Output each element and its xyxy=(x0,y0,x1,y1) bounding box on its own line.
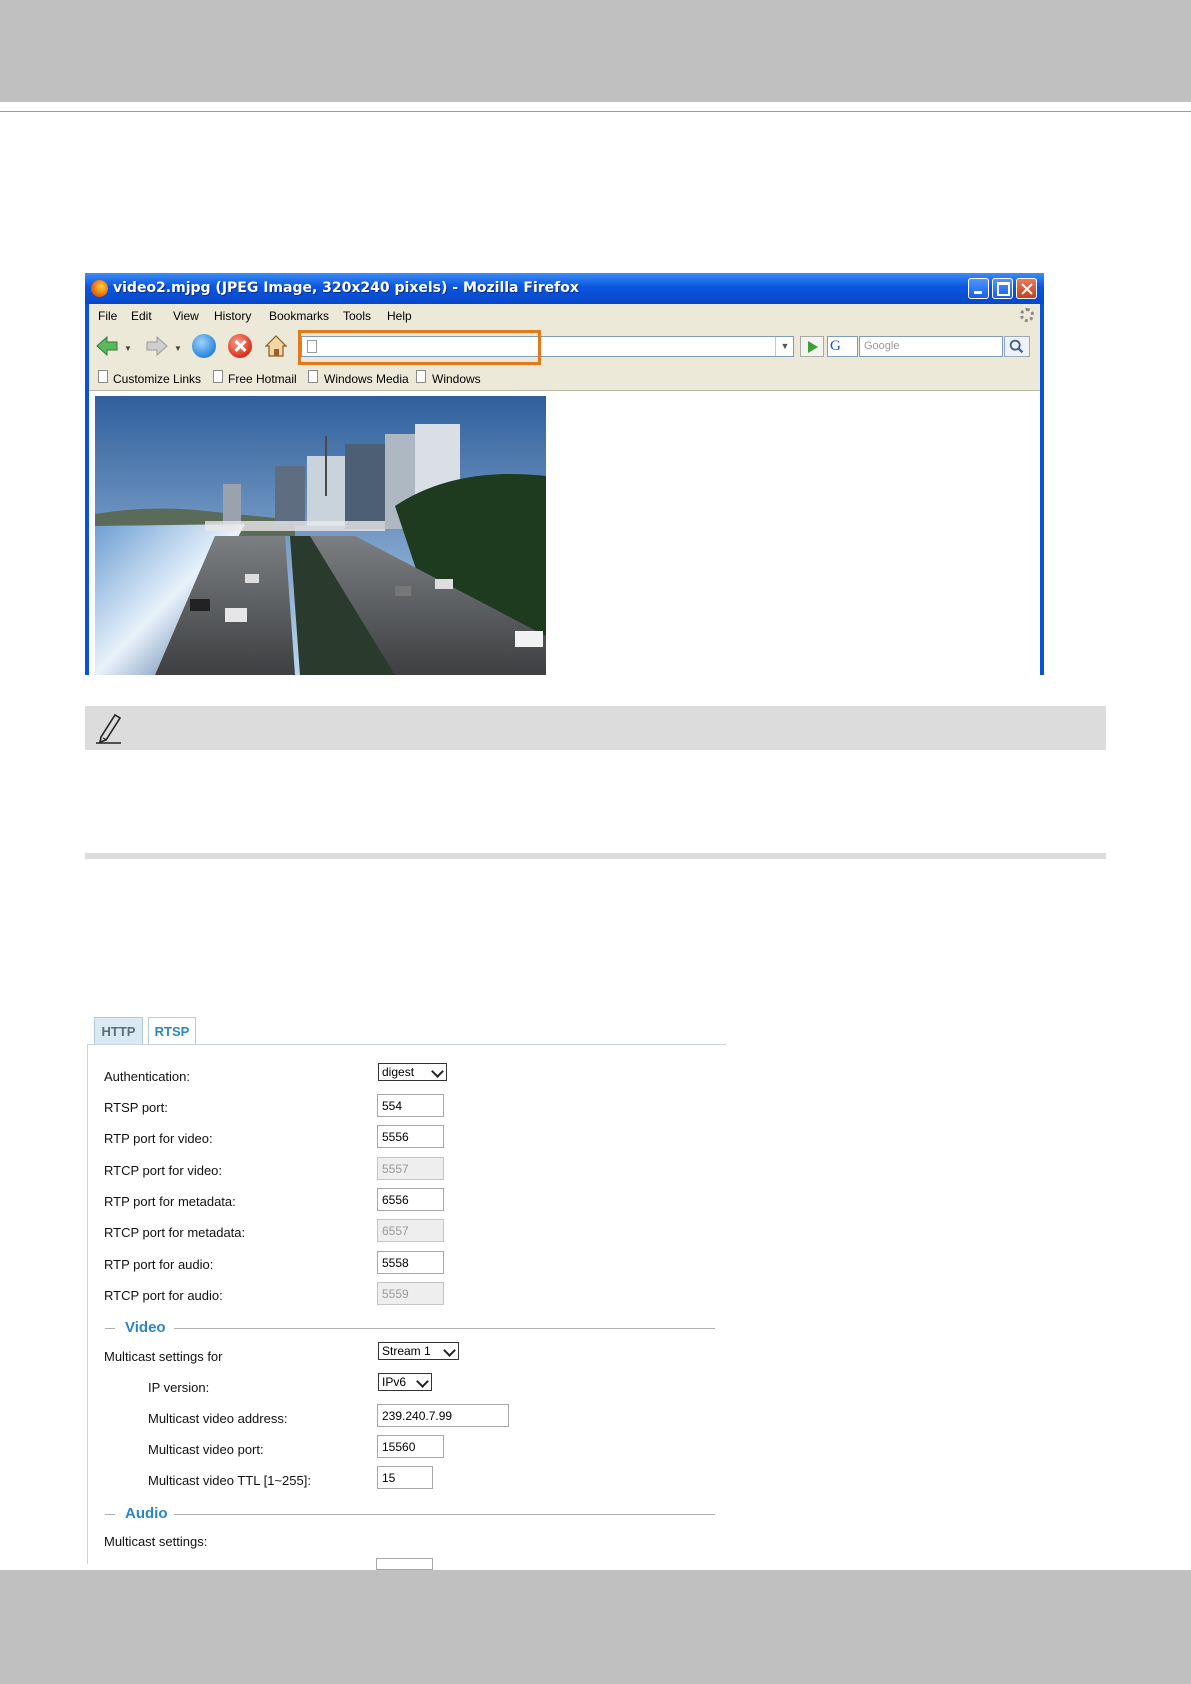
tab-underline xyxy=(87,1044,726,1045)
menu-edit[interactable]: Edit xyxy=(131,309,152,323)
bookmark-windows-media[interactable]: Windows Media xyxy=(324,372,409,386)
menu-bookmarks[interactable]: Bookmarks xyxy=(269,309,329,323)
address-bar-highlight xyxy=(298,330,541,365)
url-history-dropdown[interactable]: ▼ xyxy=(775,337,794,356)
bookmarks-toolbar: Customize Links Free Hotmail Windows Med… xyxy=(89,366,1040,391)
back-arrow-icon[interactable] xyxy=(95,334,119,358)
video-stream-image xyxy=(95,396,546,675)
browser-content xyxy=(89,391,1040,675)
audio-section-heading: Audio xyxy=(125,1505,168,1522)
page-header-band xyxy=(0,0,1191,102)
audio-section-dash xyxy=(105,1514,115,1515)
rtcp-audio-port-label: RTCP port for audio: xyxy=(104,1288,223,1303)
panel-border xyxy=(87,1044,88,1564)
audio-section-rule xyxy=(174,1514,715,1515)
close-button[interactable] xyxy=(1016,278,1037,299)
note-bar xyxy=(85,706,1106,750)
rtcp-video-port-field: 5557 xyxy=(377,1157,444,1180)
reload-icon[interactable] xyxy=(192,334,216,358)
ip-version-select-value: IPv6 xyxy=(382,1375,407,1389)
bookmark-customize-links[interactable]: Customize Links xyxy=(113,372,201,386)
rtsp-port-field[interactable]: 554 xyxy=(377,1094,444,1117)
title-bar[interactable]: video2.mjpg (JPEG Image, 320x240 pixels)… xyxy=(85,273,1044,304)
firefox-logo-icon xyxy=(91,280,108,297)
tab-rtsp[interactable]: RTSP xyxy=(148,1017,196,1045)
home-icon[interactable] xyxy=(264,334,288,358)
multicast-video-ttl-label: Multicast video TTL [1~255]: xyxy=(148,1473,311,1488)
rtp-audio-port-field[interactable]: 5558 xyxy=(377,1251,444,1274)
multicast-video-address-field[interactable]: 239.240.7.99 xyxy=(377,1404,509,1427)
maximize-button[interactable] xyxy=(992,278,1013,299)
throbber-icon xyxy=(1020,308,1034,322)
browser-body: File Edit View History Bookmarks Tools H… xyxy=(89,304,1040,675)
header-rule xyxy=(0,111,1191,112)
bookmark-free-hotmail[interactable]: Free Hotmail xyxy=(228,372,297,386)
multicast-video-port-field[interactable]: 15560 xyxy=(377,1435,444,1458)
menu-bar: File Edit View History Bookmarks Tools H… xyxy=(89,304,1040,328)
section-divider xyxy=(85,853,1106,859)
rtcp-metadata-port-field: 6557 xyxy=(377,1219,444,1242)
rtsp-port-label: RTSP port: xyxy=(104,1100,168,1115)
multicast-settings-for-label: Multicast settings for xyxy=(104,1349,223,1364)
rtcp-audio-port-field: 5559 xyxy=(377,1282,444,1305)
bookmark-page-icon xyxy=(416,370,426,383)
minimize-button[interactable] xyxy=(968,278,989,299)
multicast-stream-select[interactable]: Stream 1 xyxy=(378,1342,459,1360)
page-footer-band xyxy=(0,1570,1191,1684)
back-history-dropdown[interactable]: ▼ xyxy=(124,344,132,353)
chevron-down-icon xyxy=(431,1065,444,1078)
audio-multicast-field-partial[interactable] xyxy=(376,1558,433,1570)
menu-tools[interactable]: Tools xyxy=(343,309,371,323)
menu-view[interactable]: View xyxy=(173,309,199,323)
rtp-metadata-port-field[interactable]: 6556 xyxy=(377,1188,444,1211)
rtp-video-port-label: RTP port for video: xyxy=(104,1131,213,1146)
search-engine-selector[interactable]: G xyxy=(827,336,858,357)
multicast-stream-select-value: Stream 1 xyxy=(382,1344,431,1358)
bookmark-page-icon xyxy=(308,370,318,383)
forward-history-dropdown[interactable]: ▼ xyxy=(174,344,182,353)
audio-multicast-settings-label: Multicast settings: xyxy=(104,1534,208,1549)
firefox-window: video2.mjpg (JPEG Image, 320x240 pixels)… xyxy=(85,273,1044,675)
go-button[interactable] xyxy=(800,336,824,357)
menu-help[interactable]: Help xyxy=(387,309,412,323)
authentication-label: Authentication: xyxy=(104,1069,191,1084)
forward-arrow-icon[interactable] xyxy=(145,334,169,358)
rtcp-metadata-port-label: RTCP port for metadata: xyxy=(104,1225,246,1240)
rtp-metadata-port-label: RTP port for metadata: xyxy=(104,1194,236,1209)
pencil-note-icon xyxy=(96,713,122,744)
chevron-down-icon xyxy=(443,1344,456,1357)
search-icon[interactable] xyxy=(1004,336,1030,357)
bookmark-page-icon xyxy=(213,370,223,383)
video-section-dash xyxy=(105,1328,115,1329)
ip-version-label: IP version: xyxy=(148,1380,210,1395)
menu-history[interactable]: History xyxy=(214,309,251,323)
chevron-down-icon xyxy=(416,1375,429,1388)
video-section-heading: Video xyxy=(125,1319,166,1336)
window-title: video2.mjpg (JPEG Image, 320x240 pixels)… xyxy=(113,280,579,296)
tab-http[interactable]: HTTP xyxy=(94,1017,143,1044)
authentication-select-value: digest xyxy=(382,1065,415,1079)
multicast-video-port-label: Multicast video port: xyxy=(148,1442,264,1457)
authentication-select[interactable]: digest xyxy=(378,1063,447,1081)
video-section-rule xyxy=(174,1328,715,1329)
stop-icon[interactable] xyxy=(228,334,252,358)
multicast-video-address-label: Multicast video address: xyxy=(148,1411,288,1426)
bookmark-windows[interactable]: Windows xyxy=(432,372,481,386)
ip-version-select[interactable]: IPv6 xyxy=(378,1373,432,1391)
rtp-audio-port-label: RTP port for audio: xyxy=(104,1257,214,1272)
bookmark-page-icon xyxy=(98,370,108,383)
multicast-video-ttl-field[interactable]: 15 xyxy=(377,1466,433,1489)
rtcp-video-port-label: RTCP port for video: xyxy=(104,1163,223,1178)
rtp-video-port-field[interactable]: 5556 xyxy=(377,1125,444,1148)
navigation-toolbar: ▼ ▼ ▼ G Google xyxy=(89,328,1040,366)
search-input[interactable]: Google xyxy=(859,336,1003,357)
menu-file[interactable]: File xyxy=(98,309,117,323)
